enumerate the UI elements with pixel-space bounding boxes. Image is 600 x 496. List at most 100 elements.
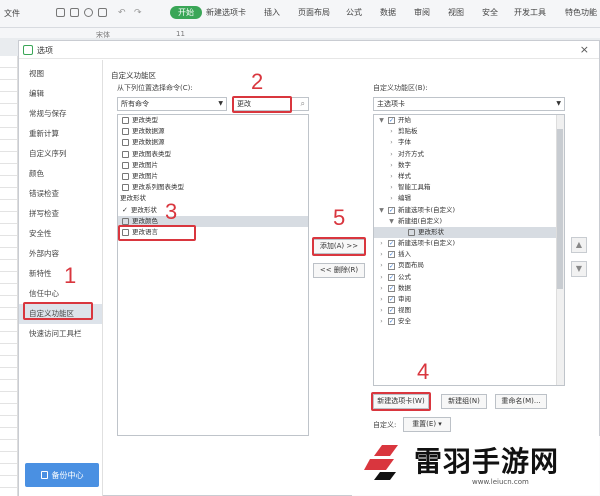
tab-special[interactable]: 特色功能 — [565, 7, 597, 18]
tree-item[interactable]: 更改形状 — [374, 226, 564, 239]
scrollbar-thumb[interactable] — [557, 129, 563, 289]
sidebar-item-custom-list[interactable]: 自定义序列 — [19, 144, 102, 164]
tree-toggle-icon[interactable]: › — [378, 249, 385, 260]
tree-item[interactable]: › 智能工具箱 — [374, 182, 564, 193]
tree-checkbox[interactable]: ✓ — [388, 284, 395, 292]
move-up-button[interactable]: ▲ — [571, 237, 587, 253]
command-item[interactable]: ✓ 更改形状 — [118, 205, 308, 216]
ribbon-tree[interactable]: ▼ ✓ 开始 › 剪贴板 › 字体 › 对齐方式 › 数字 › 样式 › 智能工具箱 › 编辑 ▼ ✓ 新建选项卡(自… — [373, 114, 565, 386]
tab-formula[interactable]: 公式 — [346, 7, 362, 18]
tab-insert[interactable]: 插入 — [264, 7, 280, 18]
print-icon[interactable] — [70, 8, 79, 17]
sidebar-item-general-save[interactable]: 常规与保存 — [19, 104, 102, 124]
tree-item[interactable]: › ✓ 插入 — [374, 249, 564, 260]
tab-review[interactable]: 审阅 — [414, 7, 430, 18]
tree-checkbox[interactable]: ✓ — [388, 262, 395, 270]
file-menu[interactable]: 文件 — [4, 8, 20, 19]
tree-item[interactable]: › ✓ 公式 — [374, 272, 564, 283]
command-item[interactable]: 更改图表类型 — [118, 149, 308, 160]
tree-item[interactable]: › 数字 — [374, 160, 564, 171]
command-source-select[interactable]: 所有命令 ▼ — [117, 97, 227, 111]
sidebar-item-external[interactable]: 外部内容 — [19, 244, 102, 264]
command-item[interactable]: 更改形状 — [118, 193, 308, 204]
tree-toggle-icon[interactable]: ▼ — [388, 216, 395, 227]
tree-item[interactable]: ▼ ✓ 新建选项卡(自定义) — [374, 205, 564, 216]
sidebar-item-error-check[interactable]: 错误检查 — [19, 184, 102, 204]
sidebar-item-trust-center[interactable]: 信任中心 — [19, 284, 102, 304]
tree-item[interactable]: › 样式 — [374, 171, 564, 182]
tree-checkbox[interactable]: ✓ — [388, 296, 395, 304]
tree-item[interactable]: › ✓ 审阅 — [374, 294, 564, 305]
tree-checkbox[interactable]: ✓ — [388, 206, 395, 214]
tab-new-tab[interactable]: 新建选项卡 — [206, 7, 246, 18]
tab-home[interactable]: 开始 — [170, 6, 202, 19]
move-down-button[interactable]: ▼ — [571, 261, 587, 277]
tree-toggle-icon[interactable]: ▼ — [378, 115, 385, 126]
tree-toggle-icon[interactable]: › — [378, 294, 385, 305]
tree-checkbox[interactable]: ✓ — [388, 117, 395, 125]
main-tabs-select[interactable]: 主选项卡 ▼ — [373, 97, 565, 111]
sidebar-item-spell-check[interactable]: 拼写检查 — [19, 204, 102, 224]
tree-toggle-icon[interactable]: › — [388, 149, 395, 160]
tree-toggle-icon[interactable]: › — [388, 171, 395, 182]
tree-item[interactable]: › ✓ 视图 — [374, 305, 564, 316]
tree-toggle-icon[interactable]: › — [378, 283, 385, 294]
tree-toggle-icon[interactable]: › — [388, 193, 395, 204]
sidebar-item-edit[interactable]: 编辑 — [19, 84, 102, 104]
sidebar-item-color[interactable]: 颜色 — [19, 164, 102, 184]
tree-item[interactable]: › 编辑 — [374, 193, 564, 204]
sidebar-item-new-features[interactable]: 新特性 — [19, 264, 102, 284]
tab-developer[interactable]: 开发工具 — [514, 7, 546, 18]
export-icon[interactable] — [98, 8, 107, 17]
command-item[interactable]: 更改数据源 — [118, 137, 308, 148]
tree-item[interactable]: › 字体 — [374, 137, 564, 148]
tree-toggle-icon[interactable]: › — [388, 160, 395, 171]
tree-checkbox[interactable]: ✓ — [388, 273, 395, 281]
command-item[interactable]: 更改图片 — [118, 171, 308, 182]
reset-button[interactable]: 重置(E) ▾ — [403, 417, 451, 432]
tree-checkbox[interactable]: ✓ — [388, 251, 395, 259]
rename-button[interactable]: 重命名(M)... — [495, 394, 547, 409]
tab-page-layout[interactable]: 页面布局 — [298, 7, 330, 18]
tree-toggle-icon[interactable]: › — [378, 238, 385, 249]
font-name-box[interactable]: 宋体 — [96, 30, 110, 40]
backup-center-button[interactable]: 备份中心 — [25, 463, 99, 487]
command-item[interactable]: 更改系列图表类型 — [118, 182, 308, 193]
command-item[interactable]: 更改数据源 — [118, 126, 308, 137]
tree-toggle-icon[interactable]: › — [378, 316, 385, 327]
tree-toggle-icon[interactable]: › — [378, 260, 385, 271]
command-item[interactable]: 更改类型 — [118, 115, 308, 126]
tree-item[interactable]: › 剪贴板 — [374, 126, 564, 137]
sidebar-item-recalc[interactable]: 重新计算 — [19, 124, 102, 144]
search-icon[interactable]: ⌕ — [301, 99, 305, 109]
tree-item[interactable]: › ✓ 数据 — [374, 283, 564, 294]
undo-icon[interactable]: ↶ — [118, 8, 127, 18]
tree-item[interactable]: › ✓ 新建选项卡(自定义) — [374, 238, 564, 249]
tree-item[interactable]: › ✓ 页面布局 — [374, 260, 564, 271]
tree-checkbox[interactable]: ✓ — [388, 318, 395, 326]
command-list[interactable]: 更改类型 更改数据源 更改数据源 更改图表类型 更改图片 更改图片 更改系列图表类型 更改形状… — [117, 114, 309, 436]
tree-item[interactable]: ▼ 新建组(自定义) — [374, 216, 564, 227]
tree-toggle-icon[interactable]: › — [388, 137, 395, 148]
font-size-box[interactable]: 11 — [176, 30, 185, 38]
tree-item[interactable]: › 对齐方式 — [374, 149, 564, 160]
command-item[interactable]: 更改图片 — [118, 160, 308, 171]
remove-button[interactable]: << 删除(R) — [313, 263, 365, 278]
redo-icon[interactable]: ↷ — [134, 8, 143, 18]
tree-toggle-icon[interactable]: › — [378, 305, 385, 316]
tree-item[interactable]: ▼ ✓ 开始 — [374, 115, 564, 126]
preview-icon[interactable] — [84, 8, 93, 17]
close-icon[interactable]: × — [580, 43, 589, 56]
tree-item[interactable]: › ✓ 安全 — [374, 316, 564, 327]
tree-toggle-icon[interactable]: › — [378, 272, 385, 283]
tree-scrollbar[interactable] — [556, 115, 564, 385]
sidebar-item-view[interactable]: 视图 — [19, 64, 102, 84]
save-icon[interactable] — [56, 8, 65, 17]
new-group-button[interactable]: 新建组(N) — [441, 394, 487, 409]
sidebar-item-quick-access[interactable]: 快速访问工具栏 — [19, 324, 102, 344]
tree-toggle-icon[interactable]: ▼ — [378, 205, 385, 216]
tab-security[interactable]: 安全 — [482, 7, 498, 18]
tree-toggle-icon[interactable]: › — [388, 182, 395, 193]
tree-checkbox[interactable]: ✓ — [388, 307, 395, 315]
sidebar-item-security[interactable]: 安全性 — [19, 224, 102, 244]
